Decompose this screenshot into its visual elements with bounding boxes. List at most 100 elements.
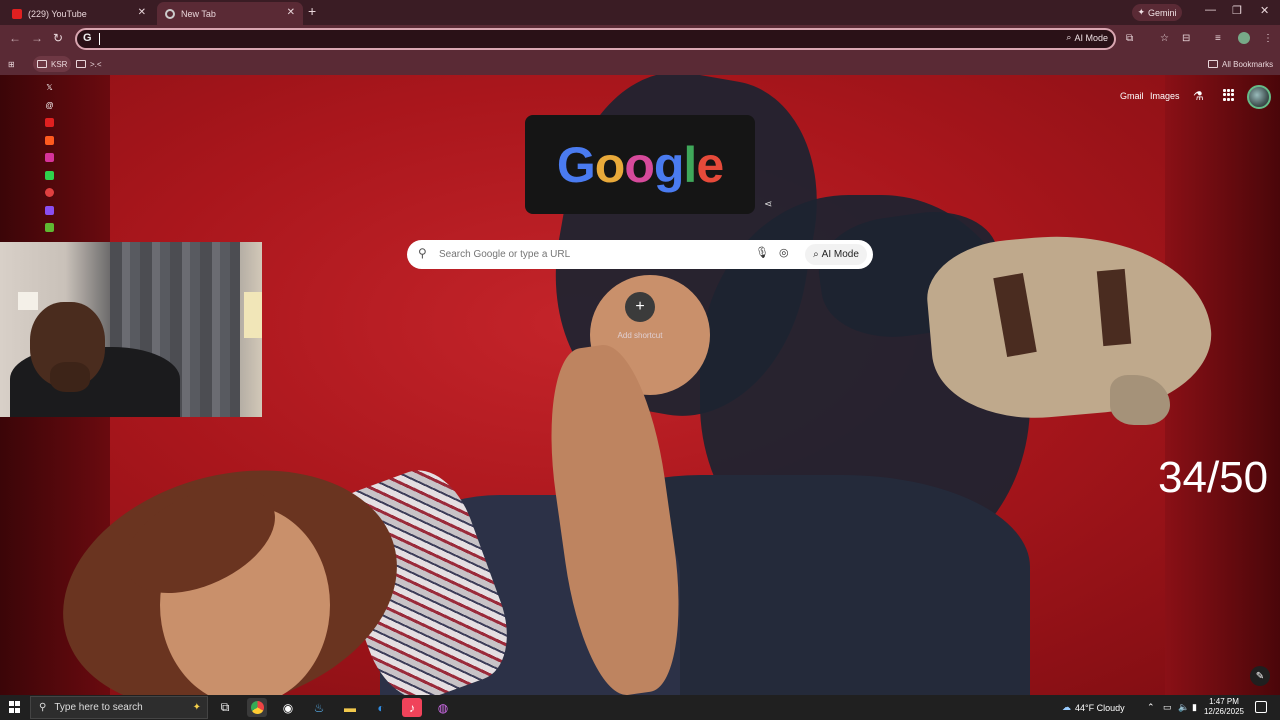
logo-letter: e xyxy=(696,136,724,193)
google-doodle[interactable]: Google xyxy=(525,115,755,214)
taskbar-search-placeholder: Type here to search xyxy=(54,702,143,713)
close-tab-icon[interactable]: ✕ xyxy=(138,7,146,18)
webcam-picture-frame xyxy=(244,292,262,338)
clock-time: 1:47 PM xyxy=(1209,697,1239,706)
google-g-icon: G xyxy=(83,32,92,44)
extensions-icon[interactable]: ⧉ xyxy=(1126,33,1133,44)
restore-button[interactable]: ❐ xyxy=(1232,4,1242,17)
youtube-icon[interactable] xyxy=(45,118,54,127)
labs-flask-icon[interactable]: ⚗ xyxy=(1193,89,1204,103)
ai-search-icon: ⌕ xyxy=(813,249,819,260)
share-icon[interactable]: ⋖ xyxy=(764,199,772,210)
task-view-icon[interactable]: ⧉ xyxy=(215,698,235,717)
webcam-person-hand xyxy=(50,362,90,392)
logo-letter: g xyxy=(653,136,685,193)
google-apps-icon[interactable] xyxy=(1223,89,1235,101)
tab-new-tab[interactable]: New Tab ✕ xyxy=(157,2,303,25)
itunes-icon[interactable]: ♪ xyxy=(402,698,422,717)
omnibox-ai-mode-button[interactable]: ⌕ AI Mode xyxy=(1066,32,1108,43)
ai-search-icon: ⌕ xyxy=(1066,32,1072,42)
customize-icon[interactable]: ≡ xyxy=(1215,33,1221,44)
add-shortcut-label: Add shortcut xyxy=(617,331,663,340)
overlay-counter: 34/50 xyxy=(1158,453,1269,502)
youtube-icon xyxy=(12,8,22,19)
address-bar[interactable]: G ⌕ AI Mode xyxy=(75,28,1116,50)
gemini-button[interactable]: ✦ Gemini xyxy=(1132,4,1182,21)
file-explorer-icon[interactable]: ▬ xyxy=(340,698,360,717)
chrome-icon xyxy=(165,8,175,19)
soundcloud-icon[interactable] xyxy=(45,135,54,145)
bookmark-label: >.< xyxy=(90,59,102,69)
reload-button[interactable]: ↻ xyxy=(53,31,63,45)
add-shortcut-button[interactable]: + xyxy=(625,292,655,322)
tab-strip: (229) YouTube ✕ New Tab ✕ + ✦ Gemini — ❐… xyxy=(0,0,1280,25)
app-icon[interactable]: ◐ xyxy=(371,698,391,717)
windows-taskbar: ⚲ Type here to search ✦ ⧉ ◉ ♨ ▬ ◐ ♪ ◍ ☁ … xyxy=(0,695,1280,720)
search-box[interactable]: ⚲ 🎙 ◎ ⌕ AI Mode xyxy=(407,240,873,269)
all-bookmarks-label: All Bookmarks xyxy=(1222,59,1274,69)
folder-icon xyxy=(37,60,47,68)
notifications-icon[interactable] xyxy=(1255,701,1267,713)
bookmark-folder-2[interactable]: >.< xyxy=(72,56,106,72)
bookmark-folder-ksr[interactable]: KSR xyxy=(33,56,72,72)
apps-grid-icon[interactable]: ⊞ xyxy=(4,56,19,72)
ai-mode-button[interactable]: ⌕ AI Mode xyxy=(805,244,867,265)
forward-button[interactable]: → xyxy=(31,31,43,45)
new-tab-page: Gmail Images ⚗ Google ⋖ ⚲ 🎙 ◎ ⌕ AI Mode … xyxy=(0,75,1280,695)
account-avatar[interactable] xyxy=(1247,85,1271,109)
customize-pencil-icon[interactable]: ✎ xyxy=(1250,666,1270,686)
logo-letter: l xyxy=(683,136,697,193)
text-cursor xyxy=(99,33,100,45)
google-lens-icon[interactable]: ◎ xyxy=(779,246,789,259)
system-clock[interactable]: 1:47 PM 12/26/2025 xyxy=(1200,697,1248,717)
bookmark-label: KSR xyxy=(51,59,68,69)
ai-mode-label: AI Mode xyxy=(1074,32,1108,43)
microphone-icon[interactable]: ▮ xyxy=(1192,702,1197,713)
background-shadow-right xyxy=(1165,75,1280,695)
logo-letter: G xyxy=(556,136,596,193)
tab-youtube[interactable]: (229) YouTube ✕ xyxy=(4,2,154,25)
logo-letter: o xyxy=(624,136,655,193)
instagram-icon[interactable] xyxy=(45,153,54,162)
ai-mode-label: AI Mode xyxy=(821,249,859,260)
minimize-button[interactable]: — xyxy=(1205,4,1216,16)
webcam-lamp xyxy=(18,292,38,310)
x-icon[interactable]: 𝕏 xyxy=(45,83,54,92)
network-icon[interactable]: ▭ xyxy=(1163,702,1172,713)
app-icon[interactable] xyxy=(45,188,54,197)
chevron-up-icon[interactable]: ⌃ xyxy=(1147,702,1155,713)
search-icon: ⚲ xyxy=(418,246,427,260)
webcam-overlay xyxy=(0,242,262,417)
app-icon[interactable] xyxy=(45,223,54,232)
gmail-link[interactable]: Gmail xyxy=(1120,91,1144,101)
new-tab-button[interactable]: + xyxy=(308,3,316,19)
browser-toolbar: ← → ↻ G ⌕ AI Mode ⧉ ☆ ⊟ ≡ ⋮ xyxy=(0,25,1280,53)
weather-text: 44°F Cloudy xyxy=(1075,702,1125,713)
windows-start-icon[interactable] xyxy=(9,701,21,713)
bookmark-star-icon[interactable]: ☆ xyxy=(1160,33,1169,44)
chrome-taskbar-icon[interactable] xyxy=(247,698,267,717)
volume-icon[interactable]: 🔈 xyxy=(1178,702,1189,713)
steam-icon[interactable]: ♨ xyxy=(309,698,329,717)
kick-icon[interactable] xyxy=(45,170,54,180)
sparkle-icon: ✦ xyxy=(192,702,201,713)
cloud-icon: ☁ xyxy=(1062,702,1071,712)
menu-kebab-icon[interactable]: ⋮ xyxy=(1263,33,1273,44)
weather-widget[interactable]: ☁ 44°F Cloudy xyxy=(1062,702,1125,713)
threads-icon[interactable]: @ xyxy=(45,101,54,110)
gemini-label: Gemini xyxy=(1148,7,1177,18)
back-button[interactable]: ← xyxy=(9,31,21,45)
close-tab-icon[interactable]: ✕ xyxy=(287,7,295,18)
all-bookmarks[interactable]: All Bookmarks xyxy=(1204,56,1277,72)
search-input[interactable] xyxy=(437,245,737,263)
taskbar-search[interactable]: ⚲ Type here to search ✦ xyxy=(30,696,208,719)
microphone-icon[interactable]: 🎙 xyxy=(755,246,769,259)
app-icon[interactable]: ◍ xyxy=(433,698,453,717)
twitch-icon[interactable] xyxy=(45,205,54,215)
obs-icon[interactable]: ◉ xyxy=(278,698,298,717)
close-window-button[interactable]: ✕ xyxy=(1260,4,1269,17)
tab-search-icon[interactable]: ⊟ xyxy=(1182,33,1190,44)
profile-avatar-icon[interactable] xyxy=(1238,32,1250,44)
images-link[interactable]: Images xyxy=(1150,91,1180,101)
bookmarks-bar: ⊞ KSR >.< All Bookmarks xyxy=(0,53,1280,75)
